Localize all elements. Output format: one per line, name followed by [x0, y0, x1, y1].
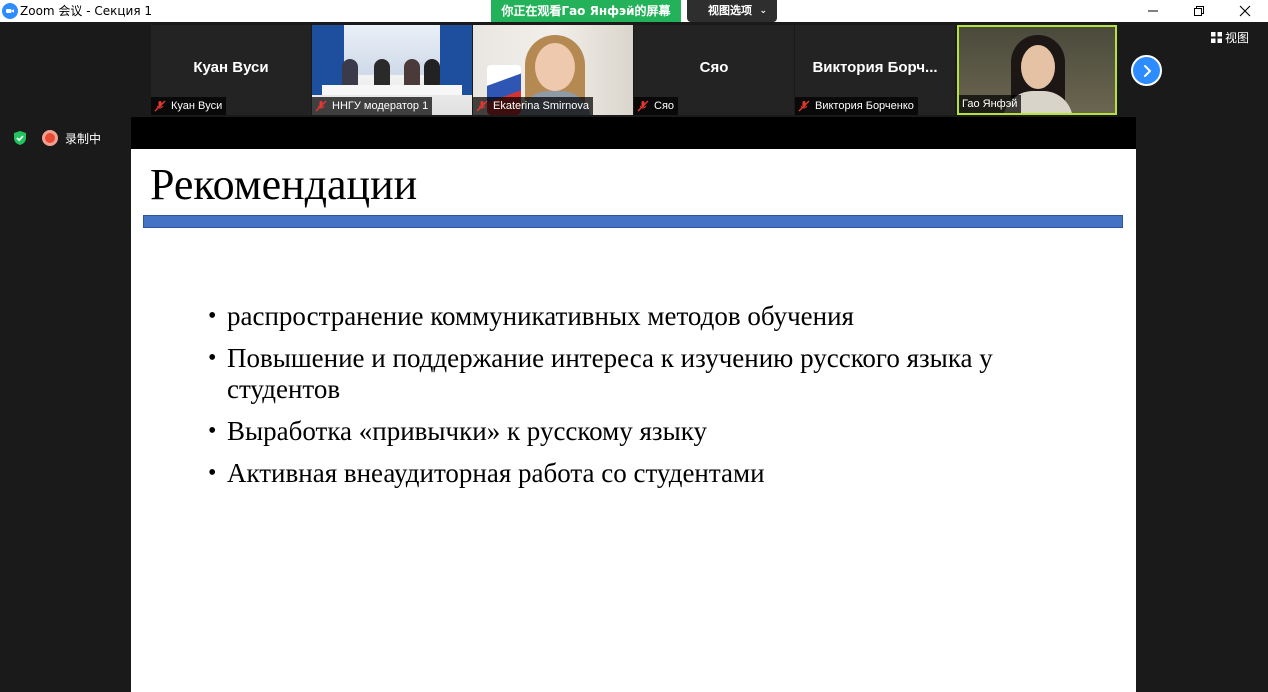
next-page-button[interactable] — [1131, 55, 1162, 86]
mic-muted-icon — [637, 100, 649, 112]
restore-button[interactable] — [1176, 0, 1222, 22]
slide-bullet: • распространение коммуникативных методов… — [208, 301, 1088, 332]
minimize-icon — [1148, 10, 1158, 12]
bullet-icon: • — [208, 418, 217, 444]
chevron-down-icon: ⌄ — [759, 6, 767, 16]
title-bar: Zoom 会议 - Секция 1 你正在观看Гао Янфэй的屏幕 视图选… — [0, 0, 1268, 22]
participant-tile[interactable]: Сяо Сяо — [634, 25, 794, 115]
participant-name: Гао Янфэй — [962, 98, 1018, 110]
shared-screen-top-bar — [131, 117, 1136, 149]
slide-bullet: • Повышение и поддержание интереса к изуч… — [208, 343, 1088, 405]
recording-icon — [42, 130, 58, 146]
slide-bullet: • Выработка «привычки» к русскому языку — [208, 416, 1088, 447]
mic-muted-icon — [798, 100, 810, 112]
view-options-button[interactable]: 视图选项 ⌄ — [687, 0, 777, 22]
mic-muted-icon — [154, 100, 166, 112]
shield-check-icon — [14, 131, 26, 145]
mic-muted-icon — [476, 100, 488, 112]
shared-slide: Рекомендации • распространение коммуникат… — [131, 149, 1136, 692]
mic-muted-icon — [315, 100, 327, 112]
participant-label: ННГУ модератор 1 — [312, 97, 433, 115]
slide-bullet-text: распространение коммуникативных методов … — [227, 301, 854, 331]
minimize-button[interactable] — [1130, 0, 1176, 22]
participant-tile-active-speaker[interactable]: Гао Янфэй — [957, 25, 1117, 115]
participant-label: Куан Вуси — [151, 97, 227, 115]
participant-name: ННГУ модератор 1 — [332, 100, 429, 112]
participant-display-name: Виктория Борч... — [812, 59, 938, 76]
participant-label: Гао Янфэй — [959, 95, 1022, 113]
slide-bullet-text: Выработка «привычки» к русскому языку — [227, 416, 707, 446]
recording-label: 录制中 — [65, 131, 102, 146]
participant-name: Сяо — [654, 100, 675, 112]
slide-bullet-text: Активная внеаудиторная работа со студент… — [227, 458, 765, 488]
gallery-view-button[interactable]: 视图 — [1211, 28, 1261, 46]
participant-display-name: Сяо — [699, 59, 729, 76]
participant-tile[interactable]: ННГУ модератор 1 — [312, 25, 472, 115]
participant-display-name: Куан Вуси — [193, 59, 269, 76]
participant-name: Виктория Борченко — [815, 100, 914, 112]
chevron-right-icon — [1143, 64, 1151, 77]
participant-name: Куан Вуси — [171, 100, 223, 112]
bullet-icon: • — [208, 303, 217, 329]
grid-icon — [1211, 31, 1222, 43]
recording-indicator[interactable]: 录制中 — [42, 128, 101, 148]
close-icon — [1239, 5, 1251, 17]
window-title: Zoom 会议 - Секция 1 — [20, 4, 153, 18]
restore-icon — [1194, 6, 1204, 16]
slide-bullet-text: Повышение и поддержание интереса к изуче… — [227, 343, 993, 404]
security-indicator[interactable] — [10, 128, 30, 148]
participant-label: Сяо — [634, 97, 679, 115]
slide-bullet: • Активная внеаудиторная работа со студен… — [208, 458, 1088, 489]
participant-name: Ekaterina Smirnova — [493, 100, 589, 112]
zoom-logo-icon — [2, 3, 18, 19]
slide-title-divider — [143, 215, 1123, 228]
participant-tile[interactable]: Ekaterina Smirnova — [473, 25, 633, 115]
participant-tile[interactable]: Куан Вуси Куан Вуси — [151, 25, 311, 115]
participant-tile[interactable]: Виктория Борч... Виктория Борченко — [795, 25, 955, 115]
slide-bullet-list: • распространение коммуникативных методов… — [208, 301, 1088, 500]
slide-title: Рекомендации — [150, 160, 418, 209]
bullet-icon: • — [208, 460, 217, 486]
view-options-label: 视图选项 — [708, 4, 752, 17]
close-button[interactable] — [1222, 0, 1268, 22]
gallery-view-label: 视图 — [1225, 30, 1250, 45]
bullet-icon: • — [208, 345, 217, 371]
participant-label: Виктория Борченко — [795, 97, 918, 115]
viewing-screen-banner: 你正在观看Гао Янфэй的屏幕 — [491, 0, 681, 22]
participant-label: Ekaterina Smirnova — [473, 97, 593, 115]
